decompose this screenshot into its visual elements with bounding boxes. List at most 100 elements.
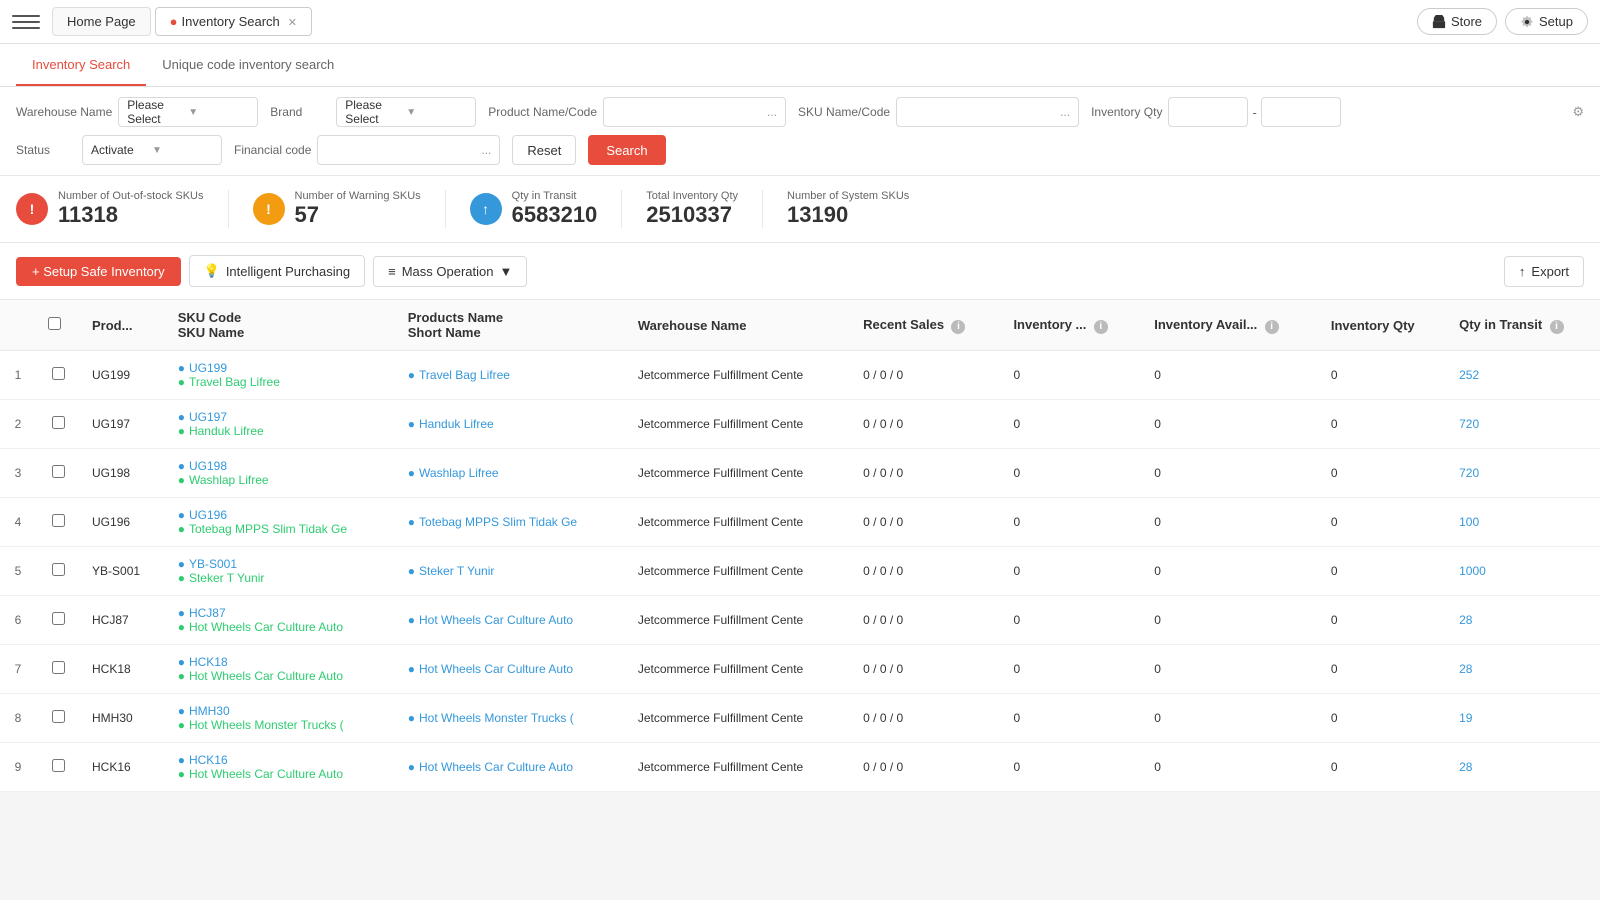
sku-name-value: Hot Wheels Monster Trucks (: [178, 718, 384, 732]
recent-sales-cell: 0 / 0 / 0: [851, 694, 1001, 743]
row-checkbox-cell: [36, 645, 80, 694]
inventory-qty-cell: 0: [1319, 498, 1447, 547]
sku-dots-icon[interactable]: ...: [1060, 105, 1070, 119]
out-of-stock-value: 11318: [58, 202, 204, 228]
status-filter: Status Activate ▼: [16, 135, 222, 165]
action-bar: + Setup Safe Inventory 💡 Intelligent Pur…: [0, 243, 1600, 300]
inventory-avail-cell: 0: [1142, 351, 1319, 400]
export-button[interactable]: ↑ Export: [1504, 256, 1584, 287]
prod-name-value: Hot Wheels Car Culture Auto: [408, 662, 614, 676]
table-row: 9 HCK16 HCK16 Hot Wheels Car Culture Aut…: [0, 743, 1600, 792]
inventory-cell: 0: [1001, 547, 1142, 596]
sku-name-value: Hot Wheels Car Culture Auto: [178, 767, 384, 781]
financial-code-input[interactable]: [326, 143, 481, 157]
prod-name-value: Handuk Lifree: [408, 417, 614, 431]
warehouse-cell: Jetcommerce Fulfillment Cente: [626, 596, 851, 645]
tab-inventory-search[interactable]: Inventory Search: [16, 44, 146, 86]
warehouse-filter: Warehouse Name Please Select ▼: [16, 97, 258, 127]
mass-operation-button[interactable]: ≡ Mass Operation ▼: [373, 256, 527, 287]
financial-code-filter: Financial code ...: [234, 135, 500, 165]
row-checkbox[interactable]: [52, 710, 65, 723]
th-products-name: Products Name Short Name: [396, 300, 626, 351]
prod-code-cell: UG197: [80, 400, 166, 449]
financial-code-label: Financial code: [234, 143, 311, 157]
reset-button[interactable]: Reset: [512, 135, 576, 165]
warehouse-select[interactable]: Please Select ▼: [118, 97, 258, 127]
inventory-qty-min[interactable]: [1168, 97, 1248, 127]
row-checkbox[interactable]: [52, 367, 65, 380]
prod-name-value: Steker T Yunir: [408, 564, 614, 578]
row-checkbox[interactable]: [52, 416, 65, 429]
export-icon: ↑: [1519, 264, 1526, 279]
inventory-table: Prod... SKU Code SKU Name Products Name …: [0, 300, 1600, 792]
inventory-qty-cell: 0: [1319, 449, 1447, 498]
prod-name-value: Washlap Lifree: [408, 466, 614, 480]
intelligent-purchasing-button[interactable]: 💡 Intelligent Purchasing: [189, 255, 366, 287]
sku-cell: YB-S001 Steker T Yunir: [166, 547, 396, 596]
brand-arrow-icon: ▼: [406, 107, 467, 118]
setup-safe-inventory-button[interactable]: + Setup Safe Inventory: [16, 257, 181, 286]
qty-transit-cell: 28: [1447, 596, 1600, 645]
row-checkbox[interactable]: [52, 465, 65, 478]
products-name-cell: Handuk Lifree: [396, 400, 626, 449]
product-name-dots-icon[interactable]: ...: [767, 105, 777, 119]
recent-sales-cell: 0 / 0 / 0: [851, 498, 1001, 547]
mass-dropdown-icon: ▼: [499, 264, 512, 279]
inventory-qty-cell: 0: [1319, 351, 1447, 400]
store-button[interactable]: Store: [1417, 8, 1497, 35]
select-all-checkbox[interactable]: [48, 317, 61, 330]
sku-cell: HCK18 Hot Wheels Car Culture Auto: [166, 645, 396, 694]
prod-code-cell: HCK16: [80, 743, 166, 792]
row-checkbox[interactable]: [52, 612, 65, 625]
hamburger-menu[interactable]: [12, 8, 40, 36]
qty-transit-label: Qty in Transit: [512, 190, 598, 202]
sku-name-value: Totebag MPPS Slim Tidak Ge: [178, 522, 384, 536]
row-checkbox[interactable]: [52, 514, 65, 527]
total-inventory-info: Total Inventory Qty 2510337: [646, 190, 738, 228]
row-checkbox[interactable]: [52, 661, 65, 674]
row-checkbox[interactable]: [52, 759, 65, 772]
brand-select[interactable]: Please Select ▼: [336, 97, 476, 127]
sku-code-value: UG199: [178, 361, 384, 375]
settings-icon[interactable]: ⚙: [1572, 104, 1584, 120]
inventory-qty-cell: 0: [1319, 694, 1447, 743]
inventory-cell: 0: [1001, 645, 1142, 694]
prod-name-value: Hot Wheels Car Culture Auto: [408, 613, 614, 627]
recent-sales-info-icon[interactable]: i: [951, 320, 965, 334]
qty-transit-info: Qty in Transit 6583210: [512, 190, 598, 228]
sku-input[interactable]: [905, 105, 1060, 119]
products-name-cell: Hot Wheels Car Culture Auto: [396, 645, 626, 694]
table-row: 8 HMH30 HMH30 Hot Wheels Monster Trucks …: [0, 694, 1600, 743]
row-number: 8: [0, 694, 36, 743]
sku-code-value: YB-S001: [178, 557, 384, 571]
inventory-info-icon[interactable]: i: [1094, 320, 1108, 334]
inventory-search-tab[interactable]: ●Inventory Search✕: [155, 7, 312, 36]
top-nav-right: Store Setup: [1417, 8, 1588, 35]
prod-code-cell: HCK18: [80, 645, 166, 694]
tab-unique-code[interactable]: Unique code inventory search: [146, 44, 350, 86]
th-recent-sales: Recent Sales i: [851, 300, 1001, 351]
list-icon: ≡: [388, 264, 396, 279]
search-button[interactable]: Search: [588, 135, 665, 165]
tab-close-icon[interactable]: ✕: [288, 17, 297, 29]
status-select[interactable]: Activate ▼: [82, 135, 222, 165]
inventory-qty-max[interactable]: [1261, 97, 1341, 127]
sku-name-value: Steker T Yunir: [178, 571, 384, 585]
stat-system-skus: Number of System SKUs 13190: [763, 190, 933, 228]
product-name-input[interactable]: [612, 105, 767, 119]
inventory-qty-cell: 0: [1319, 743, 1447, 792]
sku-name-value: Hot Wheels Car Culture Auto: [178, 620, 384, 634]
inventory-cell: 0: [1001, 449, 1142, 498]
row-checkbox[interactable]: [52, 563, 65, 576]
warning-skus-label: Number of Warning SKUs: [295, 190, 421, 202]
financial-code-dots-icon[interactable]: ...: [481, 143, 491, 157]
setup-button[interactable]: Setup: [1505, 8, 1588, 35]
sku-cell: UG196 Totebag MPPS Slim Tidak Ge: [166, 498, 396, 547]
table-row: 1 UG199 UG199 Travel Bag Lifree Travel B…: [0, 351, 1600, 400]
prod-code-cell: UG199: [80, 351, 166, 400]
inventory-avail-info-icon[interactable]: i: [1265, 320, 1279, 334]
qty-transit-info-icon[interactable]: i: [1550, 320, 1564, 334]
status-arrow-icon: ▼: [152, 145, 213, 156]
home-tab[interactable]: Home Page: [52, 7, 151, 36]
inventory-qty-range: -: [1168, 97, 1340, 127]
